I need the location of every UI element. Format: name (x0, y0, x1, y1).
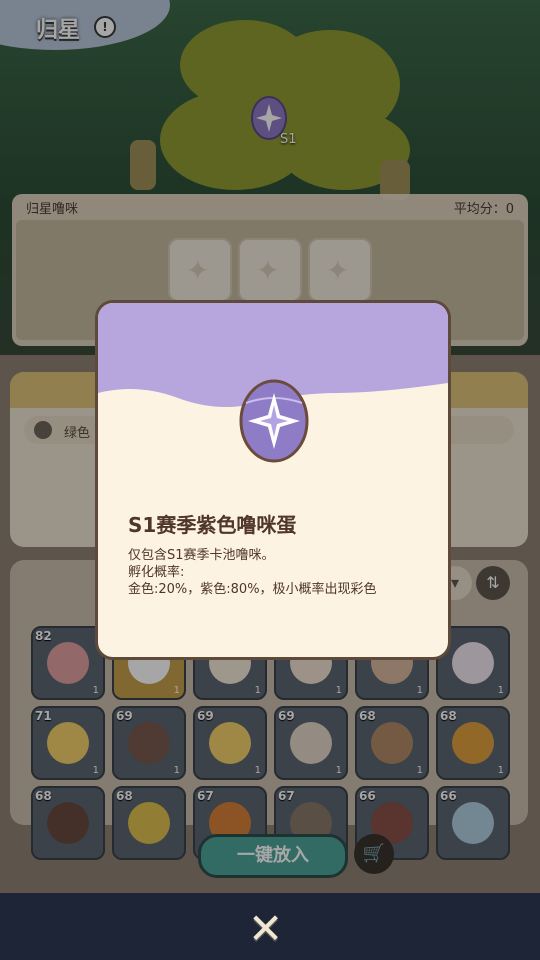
popup-description: 仅包含S1赛季卡池噜咪。 孵化概率: 金色:20%，紫色:80%，极小概率出现彩… (128, 547, 377, 598)
popup-title: S1赛季紫色噜咪蛋 (128, 513, 297, 537)
purple-egg-icon (239, 379, 309, 463)
popup-line: 仅包含S1赛季卡池噜咪。 (128, 548, 275, 563)
egg-info-popup: S1赛季紫色噜咪蛋 仅包含S1赛季卡池噜咪。 孵化概率: 金色:20%，紫色:8… (95, 300, 451, 660)
close-icon[interactable]: ✕ (248, 904, 283, 953)
popup-line: 金色:20%，紫色:80%，极小概率出现彩色 (128, 582, 377, 597)
popup-line: 孵化概率: (128, 565, 185, 580)
